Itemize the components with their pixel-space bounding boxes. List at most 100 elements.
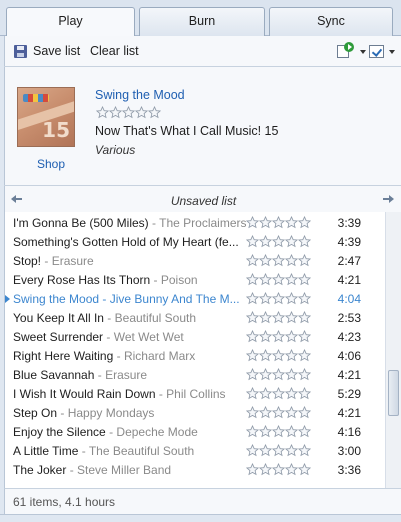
star-icon[interactable] (285, 463, 298, 476)
list-item[interactable]: A Little Time - The Beautiful South 3:00 (5, 441, 385, 460)
star-icon[interactable] (285, 254, 298, 267)
star-icon[interactable] (109, 106, 122, 119)
track-rating[interactable] (246, 311, 311, 324)
list-item[interactable]: Stop! - Erasure 2:47 (5, 251, 385, 270)
tab-sync[interactable]: Sync (269, 7, 393, 36)
star-icon[interactable] (285, 368, 298, 381)
star-icon[interactable] (285, 406, 298, 419)
star-icon[interactable] (272, 349, 285, 362)
star-icon[interactable] (259, 216, 272, 229)
list-item[interactable]: Every Rose Has Its Thorn - Poison 4:21 (5, 270, 385, 289)
star-icon[interactable] (246, 216, 259, 229)
star-icon[interactable] (285, 235, 298, 248)
star-icon[interactable] (272, 235, 285, 248)
track-rating[interactable] (246, 387, 311, 400)
star-icon[interactable] (259, 273, 272, 286)
star-icon[interactable] (272, 273, 285, 286)
list-options-icon[interactable] (369, 45, 384, 58)
shop-link[interactable]: Shop (37, 157, 65, 171)
clear-list-button[interactable]: Clear list (90, 44, 139, 58)
star-icon[interactable] (259, 406, 272, 419)
tab-burn[interactable]: Burn (139, 7, 265, 36)
star-icon[interactable] (298, 292, 311, 305)
star-icon[interactable] (285, 311, 298, 324)
star-icon[interactable] (246, 463, 259, 476)
star-icon[interactable] (259, 330, 272, 343)
list-item[interactable]: You Keep It All In - Beautiful South 2:53 (5, 308, 385, 327)
track-rating[interactable] (246, 235, 311, 248)
star-icon[interactable] (298, 349, 311, 362)
scrollbar-thumb[interactable] (388, 370, 399, 416)
track-rating[interactable] (246, 216, 311, 229)
star-icon[interactable] (246, 368, 259, 381)
track-rating[interactable] (246, 330, 311, 343)
chevron-down-icon[interactable] (389, 50, 395, 54)
track-rating[interactable] (246, 444, 311, 457)
star-icon[interactable] (285, 387, 298, 400)
star-icon[interactable] (246, 311, 259, 324)
track-rating[interactable] (246, 425, 311, 438)
list-item[interactable]: I'm Gonna Be (500 Miles) - The Proclaime… (5, 213, 385, 232)
star-icon[interactable] (272, 216, 285, 229)
track-rating[interactable] (246, 463, 311, 476)
star-icon[interactable] (259, 387, 272, 400)
star-icon[interactable] (259, 235, 272, 248)
chevron-down-icon[interactable] (360, 50, 366, 54)
list-item[interactable]: Blue Savannah - Erasure 4:21 (5, 365, 385, 384)
star-icon[interactable] (285, 292, 298, 305)
star-icon[interactable] (298, 311, 311, 324)
star-icon[interactable] (285, 444, 298, 457)
star-icon[interactable] (272, 254, 285, 267)
star-icon[interactable] (272, 444, 285, 457)
star-icon[interactable] (259, 425, 272, 438)
star-icon[interactable] (298, 444, 311, 457)
star-icon[interactable] (259, 292, 272, 305)
star-icon[interactable] (259, 368, 272, 381)
star-icon[interactable] (298, 235, 311, 248)
save-list-button[interactable]: Save list (33, 44, 80, 58)
save-icon[interactable] (14, 45, 27, 58)
star-icon[interactable] (246, 387, 259, 400)
star-icon[interactable] (246, 273, 259, 286)
list-item[interactable]: Swing the Mood - Jive Bunny And The M...… (5, 289, 385, 308)
star-icon[interactable] (272, 387, 285, 400)
star-icon[interactable] (259, 254, 272, 267)
list-item[interactable]: The Joker - Steve Miller Band 3:36 (5, 460, 385, 479)
star-icon[interactable] (298, 463, 311, 476)
star-icon[interactable] (285, 349, 298, 362)
star-icon[interactable] (135, 106, 148, 119)
star-icon[interactable] (246, 444, 259, 457)
star-icon[interactable] (298, 216, 311, 229)
star-icon[interactable] (259, 463, 272, 476)
star-icon[interactable] (272, 368, 285, 381)
star-icon[interactable] (122, 106, 135, 119)
star-icon[interactable] (96, 106, 109, 119)
tab-play[interactable]: Play (6, 7, 135, 37)
playlist-options-icon[interactable] (335, 42, 361, 60)
star-icon[interactable] (298, 330, 311, 343)
list-item[interactable]: Step On - Happy Mondays 4:21 (5, 403, 385, 422)
star-icon[interactable] (246, 254, 259, 267)
star-icon[interactable] (298, 425, 311, 438)
star-icon[interactable] (246, 235, 259, 248)
star-icon[interactable] (272, 425, 285, 438)
now-playing-title[interactable]: Swing the Mood (95, 88, 185, 102)
list-item[interactable]: Enjoy the Silence - Depeche Mode 4:16 (5, 422, 385, 441)
star-icon[interactable] (298, 406, 311, 419)
forward-arrow-icon[interactable] (383, 195, 394, 203)
star-icon[interactable] (246, 349, 259, 362)
track-rating[interactable] (246, 368, 311, 381)
star-icon[interactable] (298, 254, 311, 267)
star-icon[interactable] (285, 216, 298, 229)
star-icon[interactable] (246, 425, 259, 438)
star-icon[interactable] (259, 311, 272, 324)
album-art[interactable]: 15 (17, 87, 75, 147)
now-playing-rating[interactable] (96, 106, 161, 120)
star-icon[interactable] (298, 387, 311, 400)
scrollbar[interactable] (385, 212, 401, 488)
star-icon[interactable] (272, 330, 285, 343)
star-icon[interactable] (285, 330, 298, 343)
star-icon[interactable] (272, 463, 285, 476)
list-item[interactable]: I Wish It Would Rain Down - Phil Collins… (5, 384, 385, 403)
star-icon[interactable] (298, 368, 311, 381)
